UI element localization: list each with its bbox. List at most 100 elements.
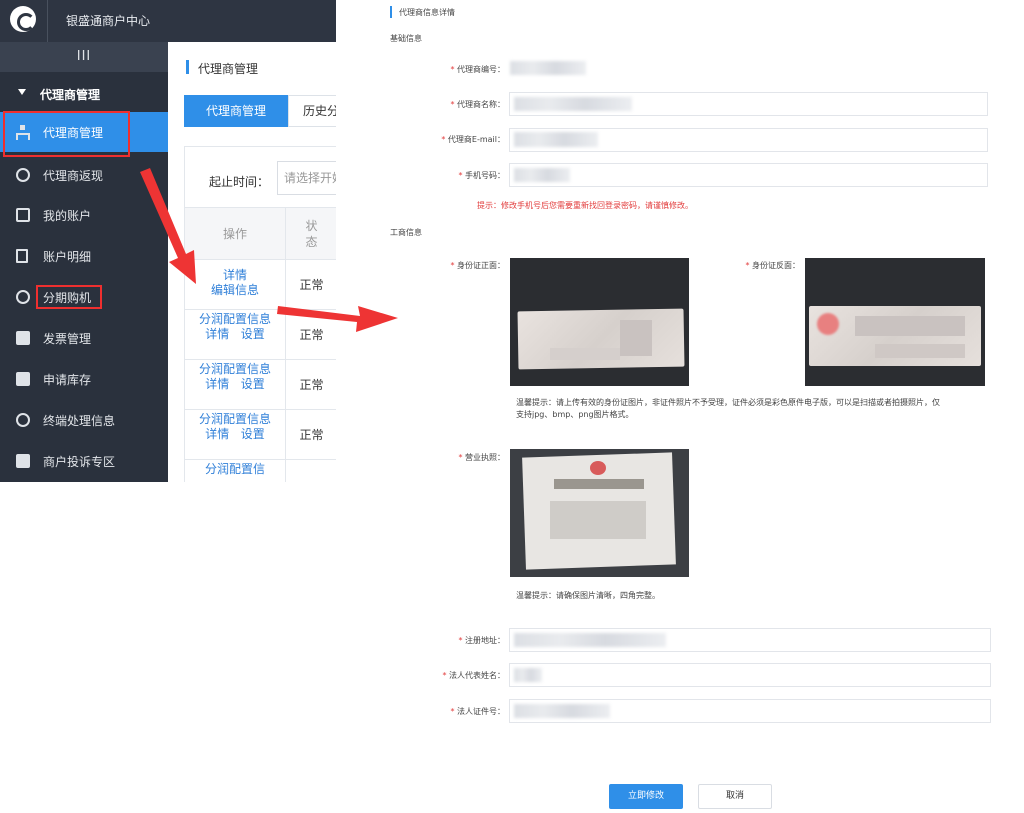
sidebar-item-my-account[interactable]: 我的账户 <box>0 195 168 235</box>
highlight-box <box>3 111 130 157</box>
sidebar-item-label: 商户投诉专区 <box>43 455 116 469</box>
date-range-input[interactable]: 请选择开始 <box>277 161 336 195</box>
section-business-info: 工商信息 <box>390 228 422 237</box>
caret-down-icon <box>18 89 26 95</box>
mobile-input[interactable] <box>509 163 988 187</box>
emblem-icon <box>817 313 839 335</box>
profit-config-link[interactable]: 分润配置信息 <box>185 312 285 327</box>
detail-link[interactable]: 详情 <box>205 377 229 391</box>
agent-name-value-redacted <box>514 97 632 111</box>
id-card-shape <box>517 308 685 370</box>
sidebar-group-agent-management[interactable]: 代理商管理 <box>0 75 168 111</box>
legal-id-label: * 法人证件号： <box>450 707 505 716</box>
list-content: 代理商管理 代理商管理 历史分 起止时间： 请选择开始 操作 状态 详情 编辑信… <box>168 42 336 482</box>
status-cell: 正常 <box>299 328 324 342</box>
id-upload-tip-line1: 温馨提示：请上传有效的身份证图片，非证件照片不予受理，证件必须是彩色原件电子版，… <box>516 398 940 407</box>
menu-toggle-button[interactable]: III <box>0 42 168 72</box>
top-bar: 银盛通商户中心 <box>0 0 336 42</box>
agent-table: 操作 状态 详情 编辑信息 正常 分润配置信息 详情 设置 正常 分润配置信息 <box>184 208 336 482</box>
id-front-label: * 身份证正面： <box>450 261 505 270</box>
reg-address-label: * 注册地址： <box>458 636 505 645</box>
sidebar-item-inventory[interactable]: 申请库存 <box>0 359 168 399</box>
agent-no-label: * 代理商编号： <box>450 65 505 74</box>
settings-link[interactable]: 设置 <box>241 377 265 391</box>
mobile-label: * 手机号码： <box>458 171 505 180</box>
detail-link[interactable]: 详情 <box>205 427 229 441</box>
detail-link[interactable]: 详情 <box>205 327 229 341</box>
agent-detail-form: 代理商信息详情 基础信息 * 代理商编号： * 代理商名称： * 代理商E-ma… <box>380 0 1024 813</box>
column-header-status: 状态 <box>286 208 336 260</box>
sidebar-item-complaint[interactable]: 商户投诉专区 <box>0 441 168 481</box>
date-range-label: 起止时间： <box>209 175 270 189</box>
agent-email-value-redacted <box>514 132 598 147</box>
license-tip: 温馨提示：请确保图片清晰，四角完整。 <box>516 591 660 600</box>
row-actions: 分润配置信息 详情 设置 <box>185 360 286 410</box>
section-basic-info: 基础信息 <box>390 34 422 43</box>
page-title: 代理商管理 <box>198 62 259 76</box>
sidebar-item-account-detail[interactable]: 账户明细 <box>0 236 168 276</box>
row-links: 详情 设置 <box>185 327 285 342</box>
redaction-block <box>550 348 620 360</box>
row-actions: 分润配置信息 详情 设置 <box>185 410 286 460</box>
sidebar-item-invoice[interactable]: 发票管理 <box>0 318 168 358</box>
row-actions: 详情 编辑信息 <box>185 260 286 310</box>
license-image[interactable] <box>510 449 689 577</box>
detail-link[interactable]: 详情 <box>185 268 285 283</box>
redaction-block <box>855 316 965 336</box>
sidebar-group-label: 代理商管理 <box>40 88 101 102</box>
profit-config-link[interactable]: 分润配置信息 <box>185 362 285 377</box>
heading-accent <box>186 60 189 74</box>
list-icon <box>16 372 30 386</box>
profit-config-link[interactable]: 分润配置信 <box>185 462 285 477</box>
table-row: 分润配置信 <box>185 460 336 482</box>
legal-id-value-redacted <box>514 704 610 718</box>
tab-agent-management[interactable]: 代理商管理 <box>184 95 288 127</box>
agent-name-label: * 代理商名称： <box>450 100 505 109</box>
reg-address-value-redacted <box>514 633 666 647</box>
agent-no-value-redacted <box>510 61 586 75</box>
agent-email-label: * 代理商E-mail： <box>441 135 505 144</box>
redaction-block <box>875 344 965 358</box>
sidebar-item-label: 我的账户 <box>43 209 92 223</box>
divider <box>47 0 48 42</box>
id-front-image[interactable] <box>510 258 689 386</box>
submit-button[interactable]: 立即修改 <box>609 784 683 809</box>
row-links: 详情 设置 <box>185 377 285 392</box>
legal-name-input[interactable] <box>509 663 991 687</box>
terminal-icon <box>16 413 30 427</box>
sidebar-item-agent-cashback[interactable]: 代理商返现 <box>0 155 168 195</box>
column-header-action: 操作 <box>185 208 286 260</box>
id-upload-tip-line2: 支持jpg、bmp、png图片格式。 <box>516 410 634 419</box>
redaction-block <box>550 501 646 539</box>
settings-link[interactable]: 设置 <box>241 327 265 341</box>
redaction-block <box>620 320 652 356</box>
sidebar-item-label: 账户明细 <box>43 250 92 264</box>
sidebar-item-terminal[interactable]: 终端处理信息 <box>0 400 168 440</box>
sidebar-item-label: 发票管理 <box>43 332 92 346</box>
title-accent <box>390 6 392 18</box>
sidebar: III 代理商管理 代理商管理 代理商返现 我的账户 账户明细 分期购机 发票管… <box>0 42 168 482</box>
row-actions: 分润配置信息 详情 设置 <box>185 310 286 360</box>
cancel-button[interactable]: 取消 <box>698 784 772 809</box>
table-row: 分润配置信息 详情 设置 正常 <box>185 310 336 360</box>
invoice-icon <box>16 331 30 345</box>
id-back-image[interactable] <box>805 258 985 386</box>
profit-config-link[interactable]: 分润配置信息 <box>185 412 285 427</box>
mobile-value-redacted <box>514 168 570 182</box>
form-title: 代理商信息详情 <box>399 8 455 17</box>
status-cell: 正常 <box>299 278 324 292</box>
table-row: 分润配置信息 详情 设置 正常 <box>185 410 336 460</box>
tab-history[interactable]: 历史分 <box>288 95 336 127</box>
license-label: * 营业执照： <box>458 453 505 462</box>
edit-info-link[interactable]: 编辑信息 <box>185 283 285 298</box>
highlight-box <box>36 285 102 309</box>
status-cell: 正常 <box>299 428 324 442</box>
sidebar-item-label: 代理商返现 <box>43 169 104 183</box>
filter-bar: 起止时间： 请选择开始 <box>184 146 336 208</box>
settings-link[interactable]: 设置 <box>241 427 265 441</box>
row-actions: 分润配置信 <box>185 460 286 482</box>
document-icon <box>16 249 28 263</box>
seal-icon <box>590 461 606 475</box>
mobile-change-tip: 提示：修改手机号后您需要重新找回登录密码，请谨慎修改。 <box>477 201 693 210</box>
sidebar-item-label: 终端处理信息 <box>43 414 116 428</box>
